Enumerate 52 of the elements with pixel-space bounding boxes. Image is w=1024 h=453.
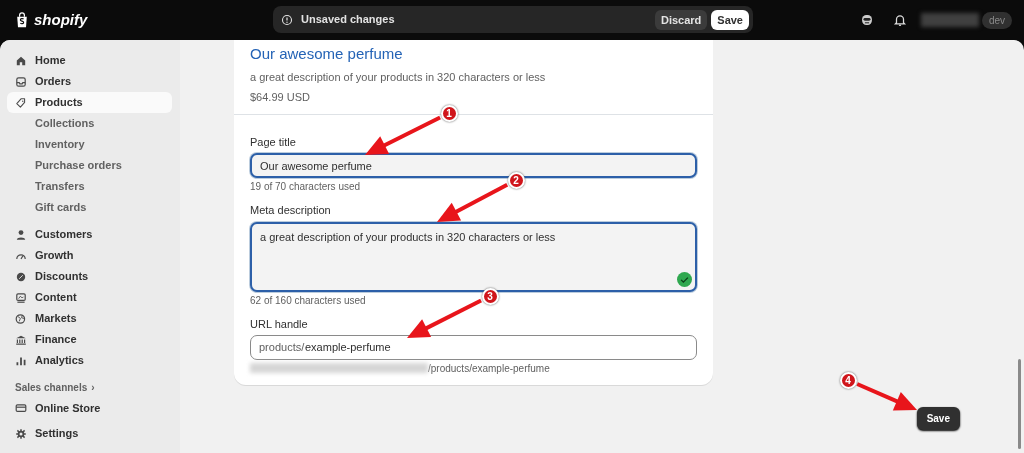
bell-icon[interactable]: [892, 13, 907, 27]
sidebar-item[interactable]: Finance: [7, 329, 172, 350]
sidebar-item[interactable]: Markets: [7, 308, 172, 329]
home-icon: [15, 54, 27, 67]
chevron-icon: ›: [91, 381, 95, 394]
sidebar-item[interactable]: Growth: [7, 245, 172, 266]
sidebar-item[interactable]: Inventory: [7, 134, 172, 155]
status-text: Unsaved changes: [301, 12, 396, 27]
store-badge: dev: [981, 11, 1012, 29]
preview-price: $64.99 USD: [250, 89, 310, 105]
save-button[interactable]: Save: [711, 9, 749, 30]
sidebar-item[interactable]: Discounts: [7, 266, 172, 287]
sidebar-item[interactable]: Sales channels ›: [7, 377, 172, 398]
sidebar-item[interactable]: Orders: [7, 71, 172, 92]
field-label: Page title: [250, 135, 297, 150]
pointer-arrow: [856, 382, 917, 411]
save-button[interactable]: Save: [916, 407, 960, 430]
field-label: Meta description: [250, 203, 332, 218]
sidebar-item[interactable]: Products: [7, 92, 172, 113]
preview-title: Our awesome perfume: [250, 44, 403, 64]
sidebar-item[interactable]: Content: [7, 287, 172, 308]
logo-text: shopify: [34, 10, 88, 30]
gear-icon: [15, 427, 27, 440]
inbox-icon: [15, 75, 27, 88]
image-icon: [15, 291, 27, 304]
url-preview: /products/example-perfume: [428, 362, 550, 375]
sidebar-item[interactable]: Purchase orders: [7, 155, 172, 176]
sidebar-item[interactable]: Home: [7, 50, 172, 71]
sidebar-item[interactable]: Transfers: [7, 176, 172, 197]
character-count: 19 of 70 characters used: [250, 180, 361, 194]
sidebar-item[interactable]: Gift cards: [7, 197, 172, 218]
store-icon: [15, 402, 27, 415]
tag-icon: [15, 96, 27, 109]
person-icon: [15, 228, 27, 241]
globe-icon: [15, 312, 27, 325]
bar-chart-icon: [15, 354, 27, 367]
alert-icon: [281, 13, 293, 26]
scrollbar[interactable]: [1018, 359, 1021, 449]
sidebar-item[interactable]: Settings: [7, 423, 172, 444]
shopping-bag-icon: [14, 11, 30, 29]
url-prefix: products/: [259, 340, 305, 355]
sidebar-item[interactable]: Online Store: [7, 398, 172, 419]
bank-icon: [15, 333, 27, 346]
character-count: 62 of 160 characters used: [250, 293, 366, 307]
pointer-arrow: [437, 182, 509, 222]
sidebar-item[interactable]: Collections: [7, 113, 172, 134]
field-label: URL handle: [250, 316, 309, 331]
textarea-field[interactable]: a great description of your products in 320 characters or less: [250, 221, 697, 292]
preview-description: a great description of your products in 320 characters or less: [250, 69, 546, 84]
sidebar-item[interactable]: Customers: [7, 224, 172, 245]
sidebar-item[interactable]: Analytics: [7, 350, 172, 371]
discard-button[interactable]: Discard: [654, 9, 708, 30]
